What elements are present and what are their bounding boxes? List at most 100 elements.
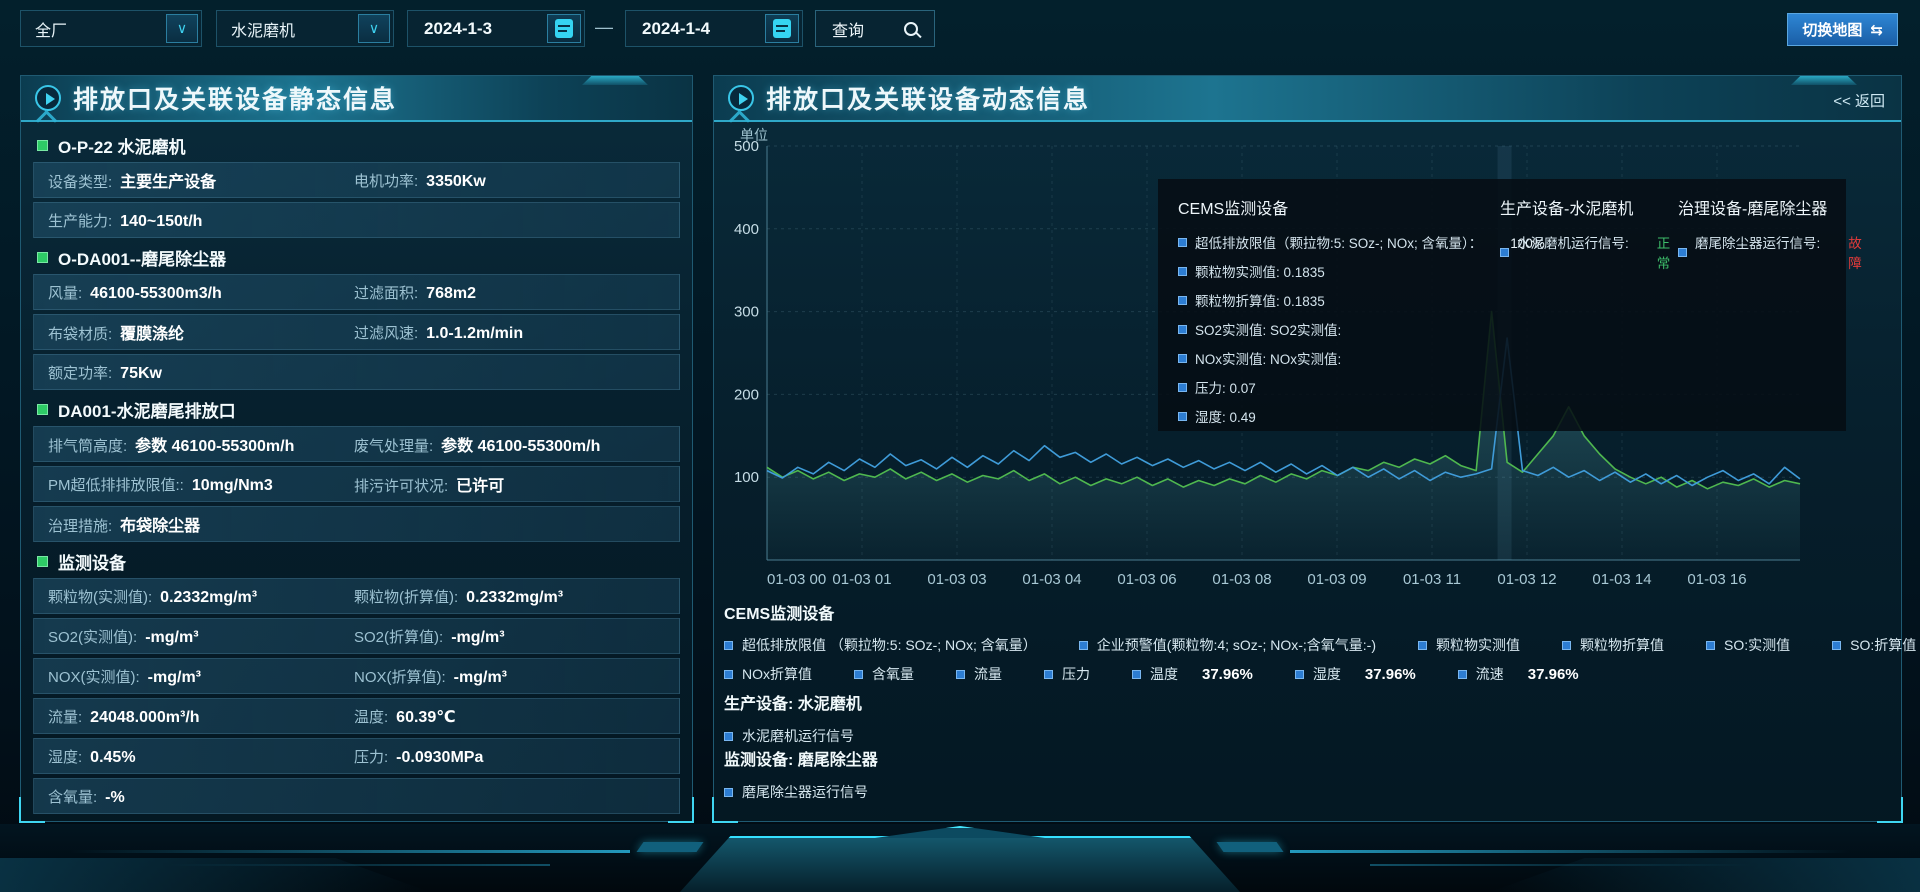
field-label: 流量:	[48, 706, 82, 727]
field-label: 湿度:	[48, 746, 82, 767]
tooltip-item-label: 颗粒物折算值: 0.1835	[1195, 290, 1325, 310]
field-value: 0.2332mg/m³	[160, 589, 257, 607]
tooltip-item: 水泥磨机运行信号:正常	[1500, 232, 1678, 272]
field-label: 设备类型:	[48, 171, 112, 192]
top-toolbar: 全厂 ∨ 水泥磨机 ∨ 2024-1-3 — 2024-1-4 查询 切换地图 …	[0, 0, 1920, 58]
legend-item[interactable]: 磨尾除尘器运行信号	[724, 782, 868, 802]
field-value: 已许可	[456, 472, 504, 496]
legend-marker-icon	[1706, 641, 1715, 650]
green-square-icon	[37, 556, 48, 567]
legend-item[interactable]: NOx折算值	[724, 664, 812, 684]
field-value: 布袋除尘器	[120, 512, 200, 536]
legend-item[interactable]: 超低排放限值 （颗拉物:5: SOz-; NOx; 含氧量）	[724, 635, 1037, 655]
section-row: O-P-22 水泥磨机	[33, 130, 680, 160]
tooltip-column: CEMS监测设备超低排放限值（颗拉物:5: SOz-; NOx; 含氧量）：10…	[1178, 195, 1500, 435]
tooltip-column: 治理设备-磨尾除尘器磨尾除尘器运行信号:故障	[1678, 195, 1862, 435]
section-title: O-P-22 水泥磨机	[58, 133, 186, 158]
field: 额定功率:75Kw	[48, 362, 162, 383]
field: NOX(实测值):-mg/m³	[48, 666, 201, 687]
field-label: 生产能力:	[48, 210, 112, 231]
tooltip-item-label: 颗粒物实测值: 0.1835	[1195, 261, 1325, 281]
footer-line2-right	[1370, 864, 1750, 866]
legend-marker-icon	[956, 670, 965, 679]
field-label: 过滤面积:	[354, 282, 418, 303]
calendar-icon-glyph	[773, 19, 791, 38]
tooltip-item: 湿度: 0.49	[1178, 406, 1500, 426]
tooltip-item-label: 湿度: 0.49	[1195, 406, 1256, 426]
legend-item-label: 水泥磨机运行信号	[742, 726, 854, 746]
field-label: 风量:	[48, 282, 82, 303]
green-square-icon	[37, 252, 48, 263]
tooltip-item: 磨尾除尘器运行信号:故障	[1678, 232, 1862, 272]
legend-item[interactable]: 水泥磨机运行信号	[724, 726, 854, 746]
tooltip-item-label: 磨尾除尘器运行信号:	[1695, 232, 1820, 252]
legend-item[interactable]: SO:实测值	[1706, 635, 1790, 655]
green-square-icon	[37, 140, 48, 151]
field: 含氧量:-%	[48, 786, 125, 807]
plant-select[interactable]: 全厂 ∨	[20, 10, 202, 47]
chart-tooltip: CEMS监测设备超低排放限值（颗拉物:5: SOz-; NOx; 含氧量）：10…	[1158, 179, 1846, 431]
back-link[interactable]: << 返回	[1833, 90, 1885, 111]
legend-item[interactable]: 流量	[956, 664, 1002, 684]
legend-item[interactable]: 颗粒物折算值	[1562, 635, 1664, 655]
legend-marker-icon	[1500, 248, 1509, 257]
x-tick-label: 01-03 14	[1592, 571, 1651, 588]
legend-item[interactable]: 颗粒物实测值	[1418, 635, 1520, 655]
legend-item[interactable]: SO:折算值	[1832, 635, 1916, 655]
static-info-panel-title: 排放口及关联设备静态信息	[73, 80, 397, 116]
tooltip-item: 颗粒物实测值: 0.1835	[1178, 261, 1500, 281]
x-tick-label: 01-03 01	[832, 571, 891, 588]
x-tick-label: 01-03 04	[1022, 571, 1081, 588]
chevron-down-icon[interactable]: ∨	[166, 14, 198, 43]
legend-item[interactable]: 温度37.96%	[1132, 664, 1253, 684]
footer-notch-left	[636, 842, 703, 852]
legend-marker-icon	[1832, 641, 1841, 650]
tooltip-item: 颗粒物折算值: 0.1835	[1178, 290, 1500, 310]
legend-item-label: NOx折算值	[742, 664, 812, 684]
legend-marker-icon	[724, 641, 733, 650]
footer-peak-shape	[875, 826, 1045, 838]
green-square-icon	[37, 404, 48, 415]
field: 废气处理量:参数 46100-55300m/h	[354, 432, 600, 456]
static-info-panel-header: 排放口及关联设备静态信息	[21, 76, 692, 122]
legend-item[interactable]: 企业预警值(颗粒物:4; sOz-; NOx-;含氧气量:-)	[1079, 635, 1376, 655]
production_block-title: 生产设备: 水泥磨机	[724, 690, 862, 714]
legend-item[interactable]: 湿度37.96%	[1295, 664, 1416, 684]
field-value: 主要生产设备	[120, 168, 216, 192]
field-label: SO2(实测值):	[48, 626, 137, 647]
footer-notch-right	[1216, 842, 1283, 852]
field-row: 布袋材质:覆膜涤纶过滤风速:1.0-1.2m/min	[33, 314, 680, 350]
footer-center-shape	[680, 836, 1240, 892]
calendar-icon[interactable]	[547, 14, 581, 43]
legend-item[interactable]: 流速37.96%	[1458, 664, 1579, 684]
legend-item[interactable]: 压力	[1044, 664, 1090, 684]
legend-item-label: 压力	[1062, 664, 1090, 684]
legend-marker-icon	[1044, 670, 1053, 679]
end-date-input[interactable]: 2024-1-4	[625, 10, 803, 47]
section-title: DA001-水泥磨尾排放口	[58, 397, 236, 422]
field-label: 过滤风速:	[354, 322, 418, 343]
legend-item[interactable]: 含氧量	[854, 664, 914, 684]
static-info-panel: 排放口及关联设备静态信息 O-P-22 水泥磨机设备类型:主要生产设备电机功率:…	[20, 75, 693, 822]
device-select-value: 水泥磨机	[231, 17, 295, 41]
field-value: 10mg/Nm3	[192, 477, 273, 495]
field-row: 风量:46100-55300m3/h过滤面积:768m2	[33, 274, 680, 310]
legend-item-label: 流速	[1476, 664, 1504, 684]
query-button[interactable]: 查询	[815, 10, 935, 47]
calendar-icon-glyph	[555, 19, 573, 38]
start-date-input[interactable]: 2024-1-3	[407, 10, 585, 47]
device-select[interactable]: 水泥磨机 ∨	[216, 10, 394, 47]
field: 过滤面积:768m2	[354, 282, 476, 303]
field: 设备类型: 主要生产设备	[48, 168, 216, 192]
legend-item-label: 超低排放限值 （颗拉物:5: SOz-; NOx; 含氧量）	[742, 635, 1037, 655]
calendar-icon[interactable]	[765, 14, 799, 43]
legend-marker-icon	[1178, 296, 1187, 305]
section-title: O-DA001--磨尾除尘器	[58, 245, 226, 270]
field: 生产能力:140~150t/h	[48, 210, 202, 231]
legend-row: 超低排放限值 （颗拉物:5: SOz-; NOx; 含氧量） 企业预警值(颗粒物:…	[724, 635, 1894, 655]
tooltip-item-value: 正常	[1657, 232, 1678, 272]
legend-item-value: 37.96%	[1365, 666, 1416, 683]
field: PM超低排排放限值::10mg/Nm3	[48, 474, 273, 495]
chevron-down-icon[interactable]: ∨	[358, 14, 390, 43]
switch-map-button[interactable]: 切换地图 ⇆	[1787, 13, 1898, 46]
